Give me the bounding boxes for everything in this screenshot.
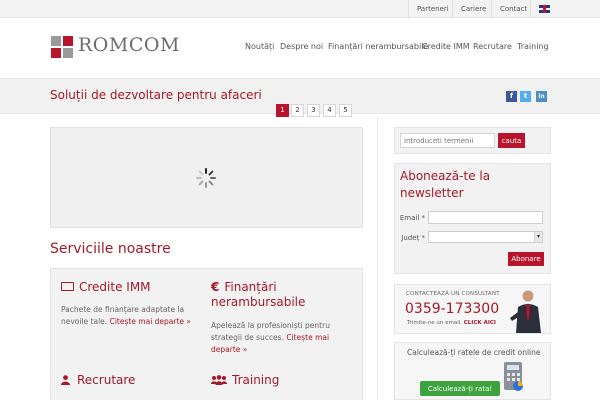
service-sme-credits[interactable]: Credite IMM bbox=[61, 280, 151, 295]
page-slogan: Soluții de dezvoltare pentru afaceri bbox=[50, 88, 262, 102]
logo-mark-icon[interactable] bbox=[51, 36, 73, 58]
linkedin-icon[interactable]: in bbox=[536, 91, 547, 102]
logo-text[interactable]: ROMCOM bbox=[78, 34, 180, 56]
service-title: Credite IMM bbox=[79, 280, 151, 294]
calculator-title: Calculează-ți ratele de credit online bbox=[407, 348, 541, 357]
nav-item-about[interactable]: Despre noi bbox=[280, 42, 323, 51]
calculator-icon bbox=[504, 362, 523, 391]
newsletter-title: Abonează-te la newsletter bbox=[400, 169, 491, 200]
service-title: Recrutare bbox=[77, 373, 136, 387]
topbar-link-contact[interactable]: Contact bbox=[491, 0, 535, 18]
search-button[interactable]: cauta bbox=[498, 133, 525, 148]
service-title: Training bbox=[232, 373, 280, 387]
twitter-icon[interactable]: t bbox=[520, 91, 531, 102]
spinner-icon bbox=[196, 168, 216, 188]
chevron-down-icon: ▾ bbox=[534, 232, 542, 242]
slider-page-3[interactable]: 3 bbox=[307, 104, 320, 117]
topbar-link-careers[interactable]: Cariere bbox=[452, 0, 494, 18]
search-input[interactable] bbox=[400, 133, 495, 148]
nav-item-recruitment[interactable]: Recrutare bbox=[473, 42, 512, 51]
euro-icon: € bbox=[211, 280, 220, 294]
calculate-rate-button[interactable]: Calculează-ți rata! bbox=[420, 381, 500, 396]
consultant-note: Trimite-ne un email, CLICK AICI bbox=[407, 320, 496, 326]
service-title: Finanțări nerambursabile bbox=[211, 280, 306, 309]
consultant-banner[interactable]: CONTACTEAZĂ UN CONSULTANT 0359-173300 Tr… bbox=[394, 284, 551, 334]
email-label: Email * bbox=[399, 214, 425, 222]
money-icon bbox=[61, 282, 74, 291]
county-select[interactable]: ▾ bbox=[428, 231, 543, 243]
service-grants[interactable]: € Finanțări nerambursabile bbox=[211, 280, 356, 310]
consultant-phone: 0359-173300 bbox=[405, 301, 500, 317]
credit-calculator-banner[interactable]: Calculează-ți ratele de credit online Ca… bbox=[394, 342, 551, 400]
slider-page-2[interactable]: 2 bbox=[291, 104, 304, 117]
services-box: Credite IMM Pachete de finanțare adaptat… bbox=[50, 268, 363, 400]
subscribe-button[interactable]: Abonare bbox=[508, 252, 544, 266]
sidebar-divider bbox=[377, 115, 378, 400]
nav-item-sme-credits[interactable]: Credite IMM bbox=[422, 42, 470, 51]
services-heading: Serviciile noastre bbox=[50, 241, 171, 257]
top-bar: Parteneri Cariere Contact bbox=[0, 0, 600, 18]
site-header: ROMCOM Noutăți Despre noi Finanțări nera… bbox=[0, 19, 600, 77]
county-label: Județ * bbox=[401, 234, 425, 242]
consultant-photo bbox=[510, 290, 541, 333]
consultant-click-link[interactable]: CLICK AICI bbox=[464, 320, 496, 326]
facebook-icon[interactable]: f bbox=[506, 91, 517, 102]
newsletter-box: Abonează-te la newsletter Email * Județ … bbox=[394, 163, 551, 274]
slider-page-1[interactable]: 1 bbox=[276, 104, 289, 117]
slider-page-4[interactable]: 4 bbox=[323, 104, 336, 117]
slider-page-5[interactable]: 5 bbox=[339, 104, 352, 117]
service-desc: Pachete de finanțare adaptate la nevoile… bbox=[61, 305, 192, 326]
read-more-link[interactable]: Citește mai departe » bbox=[110, 317, 191, 326]
user-icon bbox=[61, 374, 70, 385]
service-recruitment[interactable]: Recrutare bbox=[61, 373, 135, 388]
uk-flag-icon[interactable] bbox=[539, 5, 550, 13]
nav-item-training[interactable]: Training bbox=[517, 42, 549, 51]
email-field[interactable] bbox=[428, 211, 543, 224]
nav-item-news[interactable]: Noutăți bbox=[245, 42, 274, 51]
group-icon bbox=[211, 374, 227, 385]
topbar-link-partners[interactable]: Parteneri bbox=[408, 0, 457, 18]
consultant-heading: CONTACTEAZĂ UN CONSULTANT bbox=[406, 291, 500, 297]
search-box: cauta bbox=[394, 127, 551, 154]
nav-item-grants[interactable]: Finanțări nerambursabile bbox=[328, 42, 428, 51]
service-desc: Apelează la profesioniști pentru strateg… bbox=[211, 321, 330, 354]
image-slider[interactable] bbox=[50, 127, 363, 228]
service-training[interactable]: Training bbox=[211, 373, 279, 388]
